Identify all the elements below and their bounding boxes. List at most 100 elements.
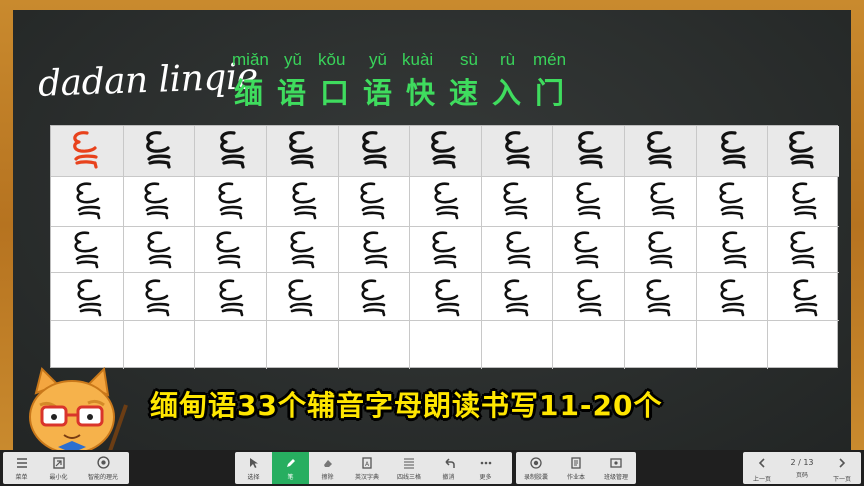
- pinyin-syllable: mén: [533, 50, 567, 69]
- next-page-button[interactable]: 下一页: [823, 452, 861, 484]
- handwritten-letter: [498, 228, 538, 270]
- handwritten-letter: [211, 276, 251, 318]
- handwritten-letter: [712, 276, 752, 318]
- pinyin-syllable: kǒu: [318, 50, 346, 69]
- handwritten-letter: [714, 228, 754, 270]
- record-button[interactable]: 录制胶囊: [516, 452, 556, 484]
- menu-icon: [15, 456, 29, 470]
- handwritten-letter: [355, 228, 395, 270]
- handwritten-letter: [639, 128, 679, 170]
- handwritten-letter: [139, 228, 179, 270]
- handwritten-letter: [638, 276, 678, 318]
- smart-wallpaper-icon: [96, 456, 110, 470]
- dictionary-tool-button[interactable]: A 英汉字典: [346, 452, 388, 484]
- eraser-icon: [321, 456, 335, 470]
- handwritten-letter: [427, 276, 467, 318]
- homework-icon: [569, 456, 583, 470]
- four-line-grid-icon: [402, 456, 416, 470]
- handwritten-letter: [496, 276, 536, 318]
- handwritten-letter: [785, 276, 825, 318]
- title-character: 语: [277, 76, 307, 110]
- handwritten-letter: [136, 179, 176, 221]
- minimize-button[interactable]: 最小化: [40, 452, 77, 484]
- title-character: 快: [406, 76, 436, 110]
- handwritten-letter: [282, 228, 322, 270]
- handwritten-letter: [281, 128, 321, 170]
- handwritten-letter: [713, 128, 753, 170]
- grid-column-line: [337, 126, 339, 369]
- menu-button[interactable]: 菜单: [3, 452, 40, 484]
- minimize-icon: [52, 456, 66, 470]
- pinyin-syllable: miǎn: [232, 50, 269, 69]
- homework-button[interactable]: 作业本: [556, 452, 596, 484]
- bottom-toolbar: 菜单 最小化 智能的理光 选择 笔 擦除 A 英汉字典 四线三格 撤消 更多 录…: [0, 450, 864, 486]
- handwritten-letter: [353, 276, 393, 318]
- handwritten-letter: [68, 179, 108, 221]
- handwritten-letter: [642, 179, 682, 221]
- undo-icon: [442, 456, 456, 470]
- title-character: 缅: [234, 76, 264, 110]
- eraser-tool-button[interactable]: 擦除: [309, 452, 346, 484]
- pen-tool-button[interactable]: 笔: [272, 452, 309, 484]
- handwritten-letter: [781, 128, 821, 170]
- undo-button[interactable]: 撤消: [430, 452, 467, 484]
- grid-row-line: [51, 272, 839, 273]
- writing-practice-grid[interactable]: [50, 125, 839, 369]
- tool-label: 擦除: [321, 473, 334, 481]
- smart-wallpaper-button[interactable]: 智能的理光: [77, 452, 129, 484]
- handwritten-letter: [782, 228, 822, 270]
- pen-icon: [284, 456, 298, 470]
- page-label: 页码: [795, 471, 808, 479]
- grid-row-line: [51, 176, 839, 177]
- next-page-label: 下一页: [832, 476, 851, 483]
- handwritten-letter: [784, 179, 824, 221]
- handwritten-letter: [280, 276, 320, 318]
- handwritten-letter: [69, 276, 109, 318]
- select-tool-button[interactable]: 选择: [235, 452, 272, 484]
- tool-label: 智能的理光: [87, 473, 118, 481]
- grid-row-line: [51, 320, 839, 321]
- pinyin-syllable: sù: [460, 50, 478, 69]
- grid-column-line: [194, 126, 196, 369]
- page-navigator: 上一页 2 / 13 页码 下一页: [743, 452, 861, 484]
- handwritten-letter: [495, 179, 535, 221]
- tool-label: 最小化: [49, 473, 68, 481]
- handwritten-letter: [711, 179, 751, 221]
- handwritten-letter: [569, 276, 609, 318]
- handwritten-letter: [497, 128, 537, 170]
- page-indicator[interactable]: 2 / 13 页码: [781, 452, 823, 484]
- prev-page-button[interactable]: 上一页: [743, 452, 781, 484]
- handwritten-letter: [284, 179, 324, 221]
- grid-column-line: [480, 126, 482, 369]
- more-icon: [479, 456, 493, 470]
- whiteboard-app: dadan linqie miǎn yǔ kǒu yǔ kuài sù rù m…: [0, 0, 864, 486]
- tool-label: 撤消: [442, 473, 455, 481]
- record-icon: [529, 456, 543, 470]
- handwritten-letter: [424, 228, 464, 270]
- handwritten-letter: [66, 228, 106, 270]
- handwritten-letter: [566, 228, 606, 270]
- toolbar-center-group: 选择 笔 擦除 A 英汉字典 四线三格 撤消 更多: [235, 452, 512, 484]
- handwritten-letter: [352, 179, 392, 221]
- four-line-grid-tool-button[interactable]: 四线三格: [388, 452, 430, 484]
- title-character: 语: [363, 76, 393, 110]
- handwritten-letter: [568, 179, 608, 221]
- tool-label: 班级管理: [603, 473, 628, 481]
- pinyin-syllable: kuài: [402, 50, 434, 69]
- toolbar-right-group: 录制胶囊 作业本 班级管理: [516, 452, 636, 484]
- tool-label: 菜单: [15, 473, 28, 481]
- class-manage-button[interactable]: 班级管理: [596, 452, 636, 484]
- tool-label: 英汉字典: [354, 473, 379, 481]
- title-character: 口: [320, 76, 350, 110]
- tool-label: 笔: [287, 473, 294, 481]
- chevron-right-icon: [837, 453, 847, 472]
- pinyin-syllable: yǔ: [284, 50, 302, 69]
- handwritten-letter: [426, 179, 466, 221]
- title-character: 门: [535, 76, 565, 110]
- cat-mascot-icon: [29, 366, 128, 454]
- more-button[interactable]: 更多: [467, 452, 504, 484]
- class-manage-icon: [609, 456, 623, 470]
- handwritten-letter: [212, 128, 252, 170]
- lesson-banner: 缅甸语33个辅音字母朗读书写11-20个: [150, 389, 663, 422]
- grid-column-line: [695, 126, 697, 369]
